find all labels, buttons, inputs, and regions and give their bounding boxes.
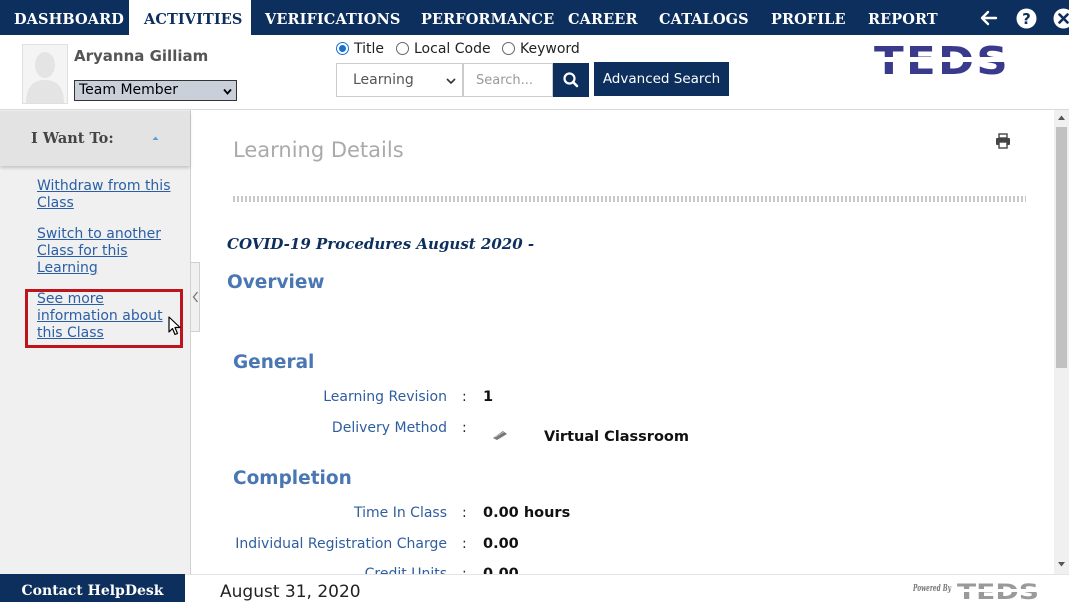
role-select-value: Team Member (79, 82, 179, 98)
chevron-down-icon (223, 88, 232, 95)
contact-helpdesk-button[interactable]: Contact HelpDesk (0, 574, 185, 602)
nav-report[interactable]: REPORT (868, 0, 938, 35)
field-label: Individual Registration Charge (235, 536, 447, 552)
field-value: 0.00 hours (483, 505, 571, 521)
avatar[interactable] (22, 44, 68, 104)
page-title: Learning Details (233, 138, 404, 162)
radio-keyword[interactable]: Keyword (502, 41, 580, 57)
radio-title-label: Title (354, 41, 385, 57)
field-value: 1 (483, 389, 494, 405)
withdraw-class-link[interactable]: Withdraw from this Class (37, 178, 182, 212)
field-value: Virtual Classroom (544, 429, 689, 445)
role-select[interactable]: Team Member (74, 80, 237, 101)
switch-class-link[interactable]: Switch to another Class for this Learnin… (37, 226, 182, 277)
nav-performance[interactable]: PERFORMANCE (421, 0, 554, 35)
colon: : (462, 420, 467, 436)
nav-verifications[interactable]: VERIFICATIONS (265, 0, 400, 35)
completion-heading: Completion (233, 468, 352, 489)
sidebar-collapse-handle[interactable] (191, 262, 200, 332)
radio-button-checked[interactable] (336, 42, 349, 55)
person-silhouette-icon (26, 52, 64, 103)
search-input[interactable]: Search... (463, 63, 553, 97)
chevron-left-icon (192, 291, 199, 303)
search-icon (563, 72, 579, 88)
general-heading: General (233, 352, 315, 373)
radio-local-code[interactable]: Local Code (396, 41, 491, 57)
search-category-select[interactable]: Learning (336, 63, 463, 97)
help-icon[interactable]: ? (1016, 8, 1037, 29)
teds-logo: TEDS (874, 40, 1016, 80)
radio-button[interactable] (396, 42, 409, 55)
nav-catalogs[interactable]: CATALOGS (659, 0, 749, 35)
radio-button[interactable] (502, 42, 515, 55)
teds-app: DASHBOARD ACTIVITIES VERIFICATIONS PERFO… (0, 0, 1069, 602)
close-icon[interactable] (1053, 8, 1069, 29)
powered-by-logo: Powered By TEDS (912, 580, 1041, 602)
chevron-down-icon (446, 78, 456, 85)
field-label: Learning Revision (323, 389, 447, 405)
field-value: 0.00 (483, 536, 519, 552)
virtual-classroom-icon (493, 431, 507, 440)
divider (233, 196, 1026, 202)
radio-local-code-label: Local Code (414, 41, 491, 57)
nav-dashboard[interactable]: DASHBOARD (14, 0, 124, 35)
scrollbar-thumb[interactable] (1056, 127, 1067, 368)
field-label: Delivery Method (331, 420, 447, 436)
field-label: Time In Class (354, 505, 447, 521)
nav-profile[interactable]: PROFILE (771, 0, 846, 35)
powered-by-text: Powered By (912, 584, 951, 594)
search-category-value: Learning (353, 72, 414, 88)
scroll-down-icon[interactable] (1057, 561, 1066, 568)
i-want-to-heading: I Want To: (31, 130, 114, 147)
search-button[interactable] (553, 63, 589, 97)
advanced-search-button[interactable]: Advanced Search (594, 62, 729, 96)
colon: : (462, 505, 467, 521)
overview-heading: Overview (227, 272, 325, 293)
main-content (201, 110, 1054, 574)
nav-activities[interactable]: ACTIVITIES (129, 0, 251, 35)
top-nav: DASHBOARD ACTIVITIES VERIFICATIONS PERFO… (0, 0, 1069, 35)
print-icon[interactable] (995, 133, 1011, 149)
footer-date: August 31, 2020 (220, 582, 361, 602)
back-arrow-icon[interactable] (979, 8, 999, 28)
scroll-up-icon[interactable] (1057, 114, 1066, 121)
radio-keyword-label: Keyword (520, 41, 580, 57)
radio-title[interactable]: Title (336, 41, 384, 57)
caret-up-icon[interactable] (151, 135, 160, 141)
nav-career[interactable]: CAREER (568, 0, 638, 35)
user-name: Aryanna Gilliam (74, 47, 209, 65)
mouse-cursor-icon (168, 316, 181, 336)
course-title: COVID-19 Procedures August 2020 - (227, 235, 535, 253)
svg-text:?: ? (1022, 10, 1031, 28)
colon: : (462, 389, 467, 405)
highlight-box (25, 289, 183, 348)
colon: : (462, 536, 467, 552)
